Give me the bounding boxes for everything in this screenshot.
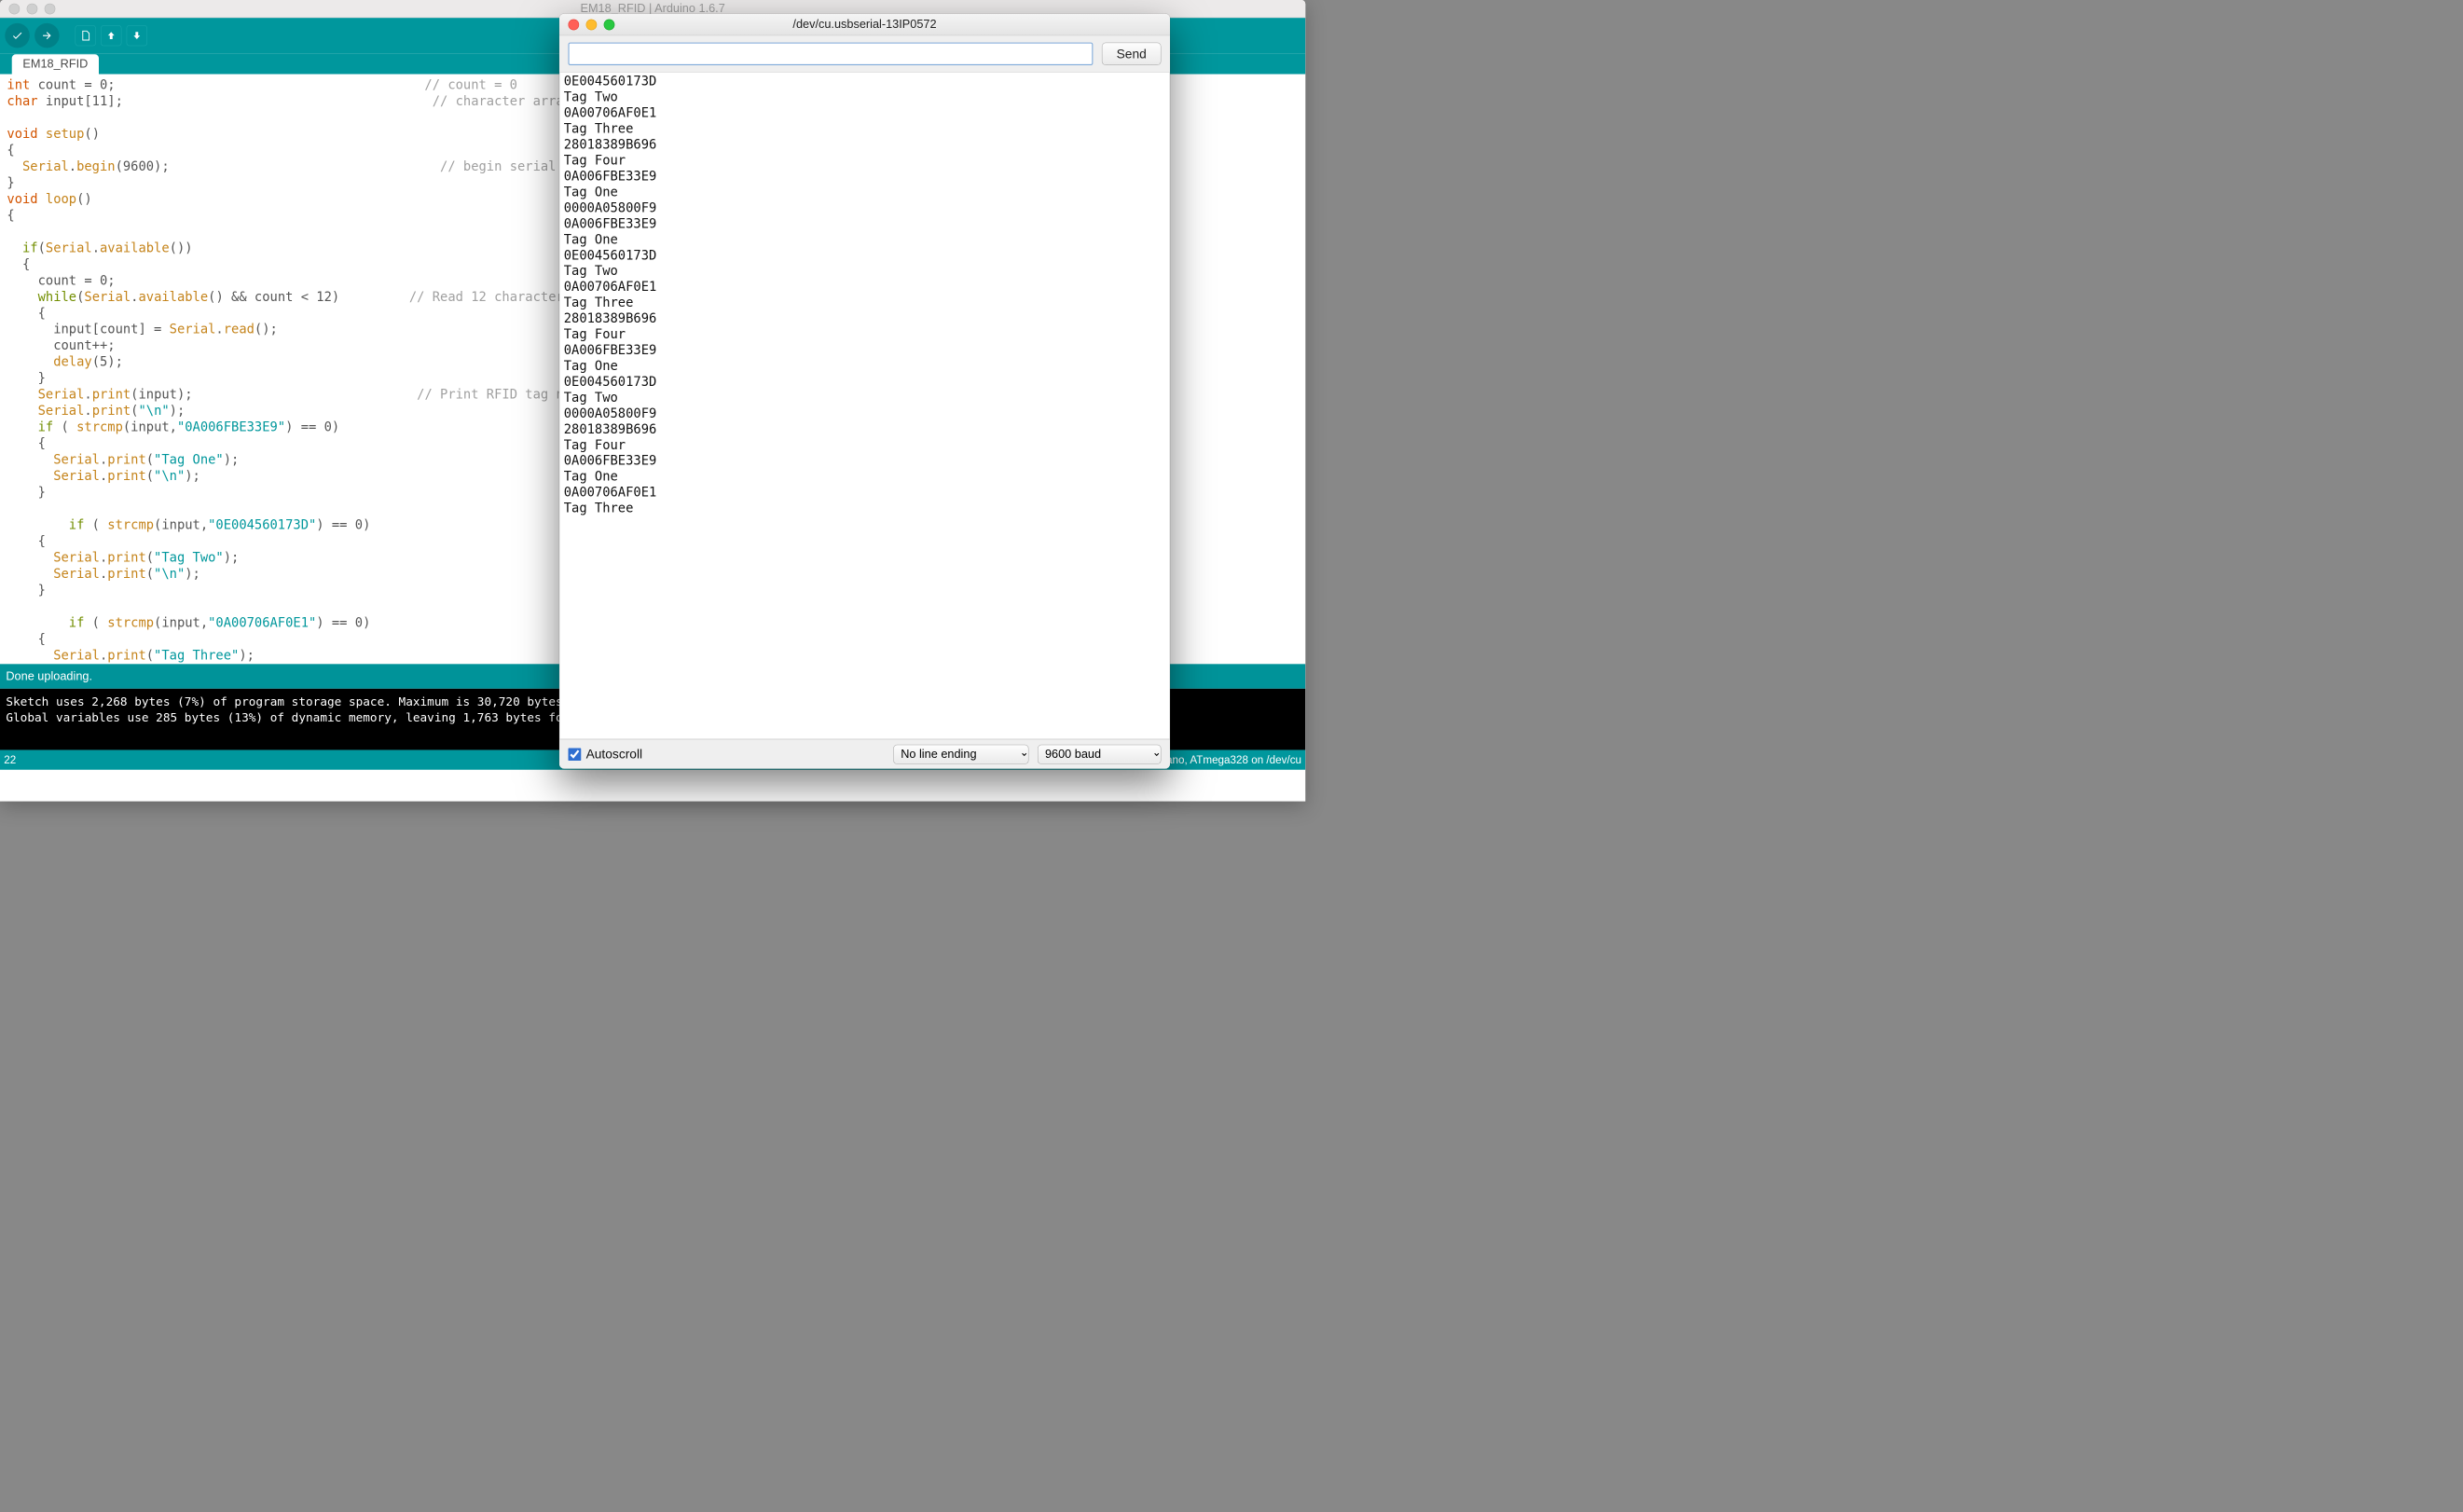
send-button[interactable]: Send (1102, 43, 1162, 65)
console-line: Global variables use 285 bytes (13%) of … (6, 710, 584, 724)
serial-output[interactable]: 0E004560173D Tag Two 0A00706AF0E1 Tag Th… (559, 72, 1170, 738)
status-text: Done uploading. (6, 669, 92, 683)
file-icon (80, 30, 91, 41)
arrow-right-icon (41, 30, 53, 42)
autoscroll-label: Autoscroll (586, 747, 643, 762)
baud-select[interactable]: 9600 baud (1038, 744, 1161, 763)
arrow-down-icon (131, 30, 143, 41)
sketch-tab[interactable]: EM18_RFID (12, 54, 99, 74)
save-file-button[interactable] (127, 25, 147, 46)
open-file-button[interactable] (101, 25, 121, 46)
autoscroll-checkbox-wrap[interactable]: Autoscroll (568, 747, 642, 762)
console-line: Sketch uses 2,268 bytes (7%) of program … (6, 694, 570, 708)
serial-monitor-window: /dev/cu.usbserial-13IP0572 Send 0E004560… (559, 14, 1170, 769)
check-icon (11, 30, 23, 42)
serial-bottom-bar: Autoscroll No line ending 9600 baud (559, 739, 1170, 769)
line-number: 22 (4, 753, 16, 766)
verify-button[interactable] (5, 23, 30, 48)
autoscroll-checkbox[interactable] (568, 748, 581, 761)
serial-input-row: Send (559, 35, 1170, 72)
serial-title: /dev/cu.usbserial-13IP0572 (559, 18, 1170, 32)
upload-button[interactable] (34, 23, 60, 48)
line-ending-select[interactable]: No line ending (893, 744, 1028, 763)
arrow-up-icon (105, 30, 117, 41)
new-file-button[interactable] (76, 25, 96, 46)
serial-titlebar[interactable]: /dev/cu.usbserial-13IP0572 (559, 14, 1170, 35)
serial-input[interactable] (568, 43, 1093, 65)
